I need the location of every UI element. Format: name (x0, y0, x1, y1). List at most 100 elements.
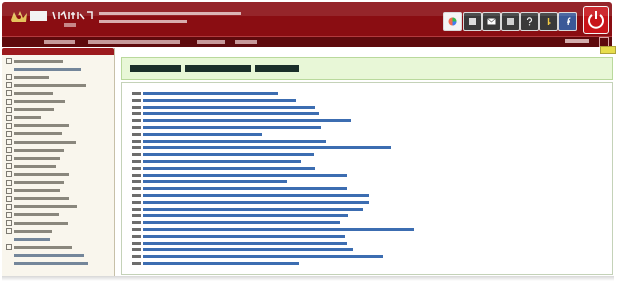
report-link[interactable] (143, 221, 340, 225)
key-icon[interactable] (539, 12, 558, 31)
expand-icon[interactable] (6, 114, 12, 121)
expand-icon[interactable] (6, 98, 12, 105)
expand-icon[interactable] (6, 74, 12, 81)
report-list-item[interactable] (132, 200, 369, 205)
expand-icon[interactable] (6, 244, 12, 251)
sidebar-menu-item[interactable] (6, 90, 53, 97)
user-profile-icon[interactable] (463, 12, 482, 31)
sidebar-menu-item[interactable] (6, 171, 69, 178)
sidebar-menu-item[interactable] (14, 66, 81, 72)
expand-icon[interactable] (6, 106, 12, 113)
report-list-item[interactable] (132, 207, 363, 212)
expand-icon[interactable] (6, 179, 12, 186)
sidebar-menu-item[interactable] (6, 98, 65, 105)
expand-icon[interactable] (6, 171, 12, 178)
report-list-item[interactable] (132, 179, 287, 184)
phone-icon[interactable] (501, 12, 520, 31)
expand-icon[interactable] (6, 195, 12, 202)
report-list-item[interactable] (132, 145, 391, 150)
report-list-item[interactable] (132, 261, 299, 266)
report-list-item[interactable] (132, 98, 296, 103)
sidebar-menu-item[interactable] (14, 252, 84, 258)
report-link[interactable] (143, 214, 348, 218)
report-list-item[interactable] (132, 118, 351, 123)
report-list-item[interactable] (132, 166, 315, 171)
nav-tab-3[interactable] (197, 40, 225, 44)
expand-icon[interactable] (6, 228, 12, 235)
report-link[interactable] (143, 241, 347, 245)
nav-tab-2[interactable] (88, 40, 180, 44)
report-link[interactable] (143, 228, 414, 231)
sidebar-menu-item[interactable] (6, 139, 76, 145)
report-link[interactable] (143, 132, 262, 136)
power-icon[interactable] (583, 6, 609, 34)
nav-tab-4[interactable] (235, 40, 257, 44)
expand-icon[interactable] (6, 203, 12, 210)
sidebar-menu-item[interactable] (6, 114, 41, 121)
expand-icon[interactable] (6, 163, 12, 170)
report-list-item[interactable] (132, 111, 319, 116)
report-link[interactable] (143, 139, 326, 143)
sidebar-menu-item[interactable] (14, 261, 88, 267)
collapse-toggle[interactable] (600, 46, 616, 54)
report-link[interactable] (143, 207, 363, 211)
sidebar-menu-item[interactable] (6, 220, 68, 226)
report-list-item[interactable] (132, 254, 383, 259)
report-link[interactable] (143, 92, 278, 95)
report-link[interactable] (143, 200, 369, 204)
sidebar-menu-item[interactable] (14, 236, 50, 242)
report-link[interactable] (143, 194, 369, 197)
report-list-item[interactable] (132, 247, 353, 252)
expand-icon[interactable] (6, 122, 12, 129)
sidebar-menu-item[interactable] (6, 155, 60, 162)
report-link[interactable] (143, 98, 296, 102)
report-list-item[interactable] (132, 220, 340, 225)
facebook-icon[interactable] (558, 12, 577, 31)
report-link[interactable] (143, 173, 347, 177)
report-list-item[interactable] (132, 186, 347, 191)
sidebar-menu-item[interactable] (6, 74, 49, 81)
report-list-item[interactable] (132, 139, 326, 144)
sidebar-menu-item[interactable] (6, 147, 64, 154)
sidebar-menu-item[interactable] (6, 122, 69, 129)
date-selector[interactable] (565, 36, 609, 47)
expand-icon[interactable] (6, 187, 12, 194)
sidebar-menu-item[interactable] (6, 82, 86, 89)
report-link[interactable] (143, 248, 353, 252)
expand-icon[interactable] (6, 155, 12, 162)
report-link[interactable] (143, 126, 321, 129)
report-list-item[interactable] (132, 241, 347, 246)
report-link[interactable] (143, 112, 319, 116)
expand-icon[interactable] (6, 139, 12, 145)
expand-icon[interactable] (6, 147, 12, 154)
report-list-item[interactable] (132, 193, 369, 198)
nav-tab-1[interactable] (44, 40, 75, 44)
sidebar-menu-item[interactable] (6, 58, 63, 64)
sidebar-menu-item[interactable] (6, 244, 72, 251)
report-link[interactable] (143, 262, 299, 265)
sidebar-menu-item[interactable] (6, 179, 64, 186)
report-link[interactable] (143, 119, 351, 123)
report-link[interactable] (143, 255, 383, 259)
sidebar-menu-item[interactable] (6, 106, 54, 113)
expand-icon[interactable] (6, 90, 12, 97)
report-list-item[interactable] (132, 227, 414, 232)
sidebar-menu-item[interactable] (6, 195, 69, 202)
report-link[interactable] (143, 153, 314, 157)
sidebar-menu-item[interactable] (6, 228, 52, 235)
report-list-item[interactable] (132, 132, 262, 137)
report-link[interactable] (143, 180, 287, 184)
report-list-item[interactable] (132, 91, 278, 96)
sidebar-menu-item[interactable] (6, 187, 60, 194)
report-link[interactable] (143, 166, 315, 170)
expand-icon[interactable] (6, 130, 12, 137)
color-wheel-icon[interactable] (443, 12, 462, 31)
sidebar-menu-item[interactable] (6, 203, 77, 210)
sidebar-menu-item[interactable] (6, 211, 59, 218)
expand-icon[interactable] (6, 211, 12, 218)
expand-icon[interactable] (6, 82, 12, 89)
report-link[interactable] (143, 105, 315, 109)
report-link[interactable] (143, 187, 347, 191)
report-link[interactable] (143, 146, 391, 150)
help-icon[interactable] (520, 12, 539, 31)
